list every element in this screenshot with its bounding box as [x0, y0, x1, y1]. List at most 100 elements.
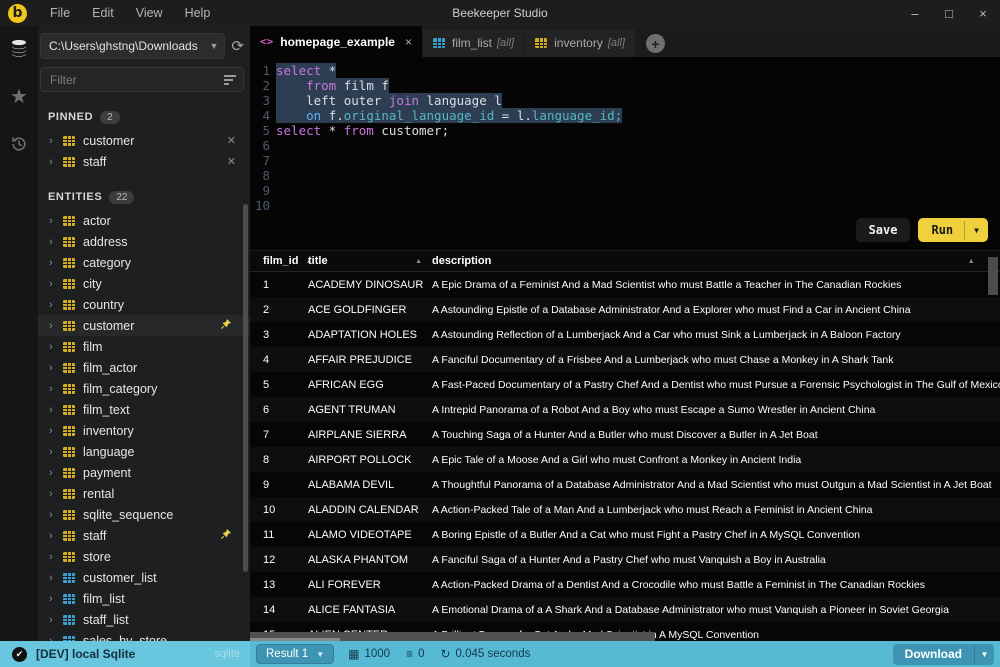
sidebar-item-store[interactable]: ›store: [38, 546, 250, 567]
chevron-right-icon[interactable]: ›: [49, 135, 63, 147]
chevron-right-icon[interactable]: ›: [49, 572, 63, 584]
chevron-right-icon[interactable]: ›: [49, 320, 63, 332]
table-row[interactable]: 13ALI FOREVERA Action-Packed Drama of a …: [250, 572, 1000, 597]
close-icon[interactable]: ✕: [227, 155, 236, 168]
table-row[interactable]: 11ALAMO VIDEOTAPEA Boring Epistle of a B…: [250, 522, 1000, 547]
table-row[interactable]: 4AFFAIR PREJUDICEA Fanciful Documentary …: [250, 347, 1000, 372]
chevron-right-icon[interactable]: ›: [49, 446, 63, 458]
chevron-right-icon[interactable]: ›: [49, 236, 63, 248]
sidebar-item-customer[interactable]: ›customer: [38, 315, 250, 336]
save-button[interactable]: Save: [856, 218, 911, 242]
maximize-button[interactable]: □: [932, 0, 966, 26]
table-row[interactable]: 14ALICE FANTASIAA Emotional Drama of a A…: [250, 597, 1000, 622]
chevron-right-icon[interactable]: ›: [49, 551, 63, 563]
sidebar-item-staff[interactable]: ›staff: [38, 525, 250, 546]
tab-inventory[interactable]: inventory[all]: [525, 29, 635, 57]
sidebar-item-sqlite_sequence[interactable]: ›sqlite_sequence: [38, 504, 250, 525]
menu-view[interactable]: View: [125, 0, 174, 26]
sidebar-item-city[interactable]: ›city: [38, 273, 250, 294]
close-button[interactable]: ×: [966, 0, 1000, 26]
chevron-right-icon[interactable]: ›: [49, 614, 63, 626]
table-row[interactable]: 7AIRPLANE SIERRAA Touching Saga of a Hun…: [250, 422, 1000, 447]
table-row[interactable]: 1ACADEMY DINOSAURA Epic Drama of a Femin…: [250, 272, 1000, 297]
table-row[interactable]: 12ALASKA PHANTOMA Fanciful Saga of a Hun…: [250, 547, 1000, 572]
sidebar-item-film_category[interactable]: ›film_category: [38, 378, 250, 399]
close-icon[interactable]: ×: [405, 35, 412, 49]
sidebar-item-category[interactable]: ›category: [38, 252, 250, 273]
pin-icon[interactable]: [220, 318, 232, 333]
table-row[interactable]: 3ADAPTATION HOLESA Astounding Reflection…: [250, 322, 1000, 347]
chevron-right-icon[interactable]: ›: [49, 530, 63, 542]
history-icon[interactable]: [10, 135, 28, 153]
download-button[interactable]: Download: [893, 644, 974, 665]
tab-homepage_example[interactable]: <>homepage_example×: [250, 26, 422, 57]
chevron-right-icon[interactable]: ›: [49, 257, 63, 269]
chevron-right-icon[interactable]: ›: [49, 509, 63, 521]
menu-edit[interactable]: Edit: [81, 0, 125, 26]
horizontal-scrollbar[interactable]: [250, 632, 655, 641]
run-dropdown-caret-icon[interactable]: ▼: [964, 221, 988, 240]
table-row[interactable]: 2ACE GOLDFINGERA Astounding Epistle of a…: [250, 297, 1000, 322]
sidebar-item-country[interactable]: ›country: [38, 294, 250, 315]
editor-line: 5select * from customer;: [250, 123, 1000, 138]
chevron-right-icon[interactable]: ›: [49, 362, 63, 374]
close-icon[interactable]: ✕: [227, 134, 236, 147]
column-header-description[interactable]: description: [430, 255, 1000, 267]
sidebar-item-film_actor[interactable]: ›film_actor: [38, 357, 250, 378]
chevron-right-icon[interactable]: ›: [49, 215, 63, 227]
connection-dropdown[interactable]: C:\Users\ghstng\Downloads ▼: [40, 33, 225, 59]
run-button-label[interactable]: Run: [918, 218, 964, 242]
chevron-right-icon[interactable]: ›: [49, 425, 63, 437]
download-dropdown-caret-icon[interactable]: ▼: [974, 644, 994, 665]
refresh-icon[interactable]: ⟳: [231, 37, 244, 55]
chevron-right-icon[interactable]: ›: [49, 488, 63, 500]
chevron-right-icon[interactable]: ›: [49, 404, 63, 416]
sidebar-item-language[interactable]: ›language: [38, 441, 250, 462]
chevron-down-icon: ▼: [316, 650, 324, 659]
sidebar-item-film[interactable]: ›film: [38, 336, 250, 357]
sidebar-item-inventory[interactable]: ›inventory: [38, 420, 250, 441]
column-header-title[interactable]: title ▲: [308, 255, 430, 267]
menu-file[interactable]: File: [39, 0, 81, 26]
vertical-scrollbar[interactable]: [988, 257, 998, 295]
sidebar-item-sales_by_store[interactable]: ›sales_by_store: [38, 630, 250, 641]
status-connection[interactable]: ✔ [DEV] local Sqlite sqlite: [0, 641, 250, 667]
sidebar-item-rental[interactable]: ›rental: [38, 483, 250, 504]
chevron-right-icon[interactable]: ›: [49, 341, 63, 353]
run-button[interactable]: Run ▼: [918, 218, 988, 242]
chevron-right-icon[interactable]: ›: [49, 156, 63, 168]
sidebar-item-staff[interactable]: ›staff✕: [38, 151, 250, 172]
sidebar-item-payment[interactable]: ›payment: [38, 462, 250, 483]
tab-film_list[interactable]: film_list[all]: [423, 29, 524, 57]
chevron-right-icon[interactable]: ›: [49, 299, 63, 311]
entities-count-badge: 22: [109, 191, 134, 204]
sidebar-item-film_text[interactable]: ›film_text: [38, 399, 250, 420]
sql-editor[interactable]: 1select *2 from film f3 left outer join …: [250, 57, 1000, 250]
chevron-right-icon[interactable]: ›: [49, 593, 63, 605]
minimize-button[interactable]: –: [898, 0, 932, 26]
sidebar-item-staff_list[interactable]: ›staff_list: [38, 609, 250, 630]
table-row[interactable]: 8AIRPORT POLLOCKA Epic Tale of a Moose A…: [250, 447, 1000, 472]
chevron-right-icon[interactable]: ›: [49, 278, 63, 290]
sidebar-item-actor[interactable]: ›actor: [38, 210, 250, 231]
sidebar-scrollbar[interactable]: [243, 204, 248, 572]
filter-input[interactable]: [40, 67, 244, 92]
sidebar-item-customer[interactable]: ›customer✕: [38, 130, 250, 151]
table-row[interactable]: 10ALADDIN CALENDARA Action-Packed Tale o…: [250, 497, 1000, 522]
menu-help[interactable]: Help: [174, 0, 222, 26]
chevron-right-icon[interactable]: ›: [49, 467, 63, 479]
sidebar-item-address[interactable]: ›address: [38, 231, 250, 252]
result-selector[interactable]: Result 1 ▼: [256, 644, 334, 664]
table-row[interactable]: 9ALABAMA DEVILA Thoughtful Panorama of a…: [250, 472, 1000, 497]
sidebar-item-film_list[interactable]: ›film_list: [38, 588, 250, 609]
sidebar-item-customer_list[interactable]: ›customer_list: [38, 567, 250, 588]
pin-icon[interactable]: [220, 528, 232, 543]
column-header-film-id[interactable]: film_id ▲: [250, 255, 308, 267]
chevron-right-icon[interactable]: ›: [49, 383, 63, 395]
favorites-star-icon[interactable]: ★: [10, 84, 28, 109]
table-row[interactable]: 5AFRICAN EGGA Fast-Paced Documentary of …: [250, 372, 1000, 397]
new-tab-button[interactable]: +: [646, 34, 665, 53]
chevron-right-icon[interactable]: ›: [49, 635, 63, 642]
database-icon[interactable]: [9, 38, 29, 58]
table-row[interactable]: 6AGENT TRUMANA Intrepid Panorama of a Ro…: [250, 397, 1000, 422]
